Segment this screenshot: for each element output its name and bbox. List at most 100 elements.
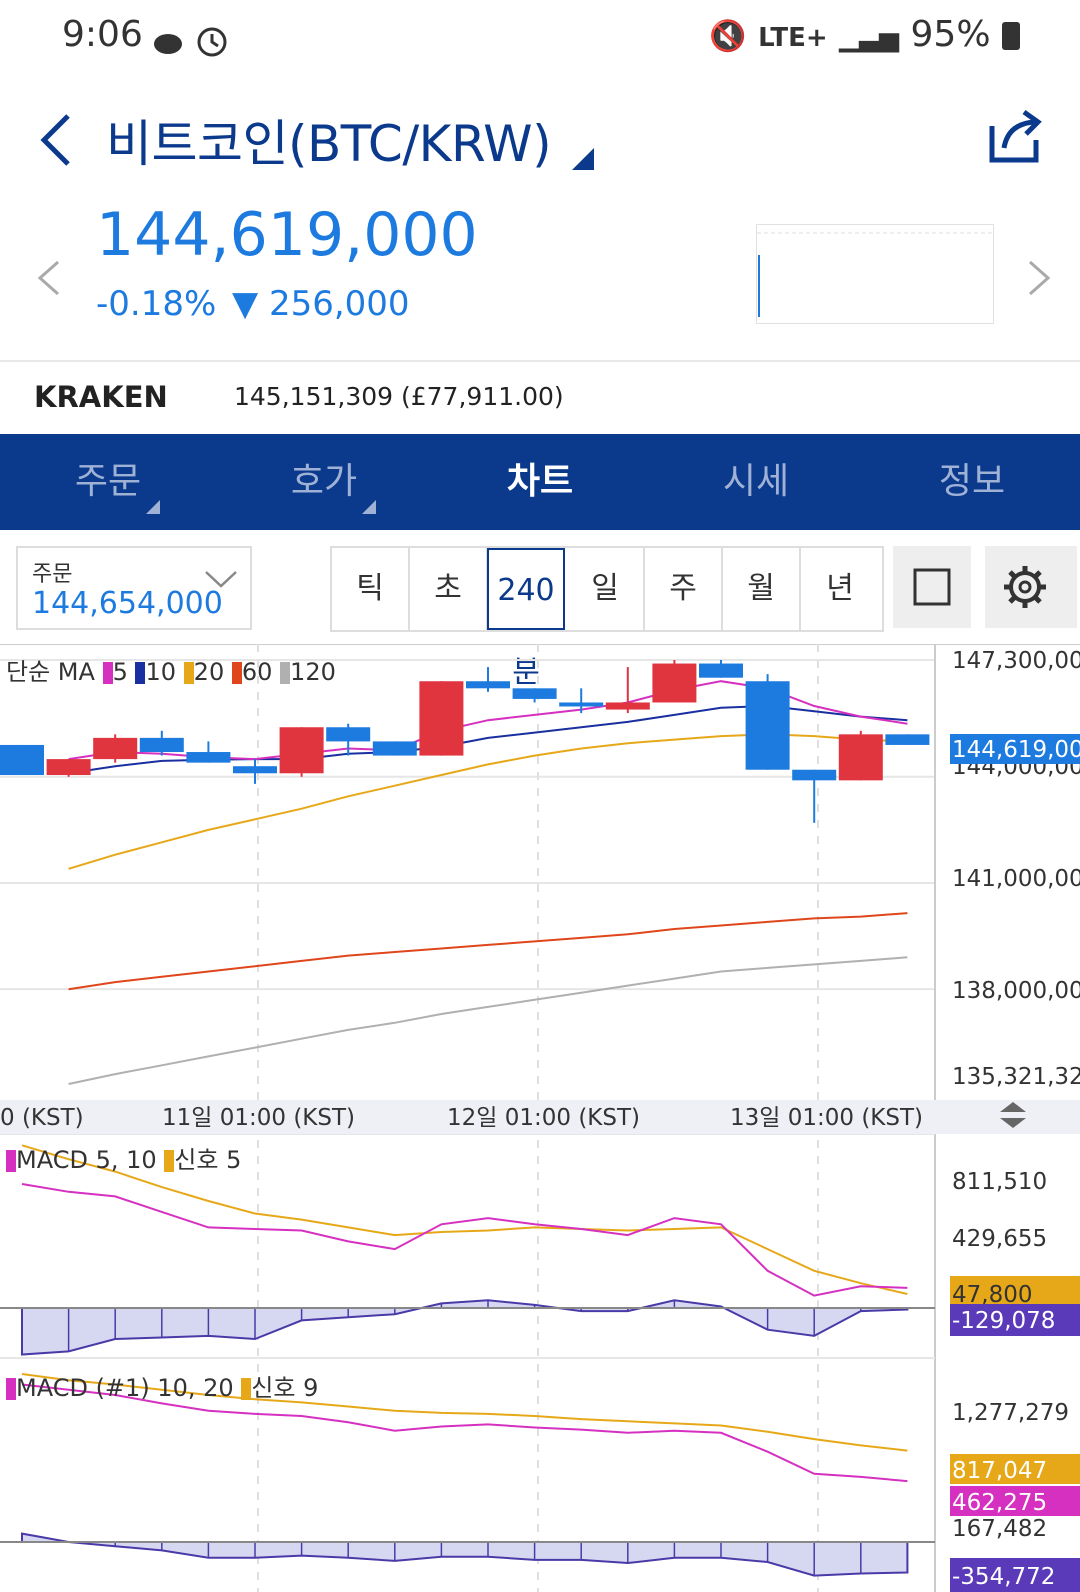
tab-order[interactable]: 주문 — [0, 434, 216, 530]
chart-settings-button[interactable] — [985, 546, 1077, 628]
gear-icon — [1004, 566, 1046, 608]
candle-body — [372, 741, 417, 756]
chevron-right-icon — [1029, 260, 1051, 296]
tab-market[interactable]: 시세 — [648, 434, 864, 530]
candle-body — [139, 737, 184, 753]
macd1-y-label: 429,655 — [952, 1226, 1047, 1252]
order-select-label: 주문 — [32, 562, 73, 587]
title-dropdown-icon[interactable] — [572, 148, 594, 170]
candle-body — [699, 663, 743, 678]
chevron-left-icon — [37, 260, 59, 296]
ma60-swatch — [231, 662, 242, 684]
candle-body — [326, 727, 371, 742]
tab-chart[interactable]: 차트 — [432, 434, 648, 530]
macd2-macd-tag-text: 462,275 — [952, 1490, 1047, 1516]
candle-body — [46, 759, 91, 776]
change-amount: ▼ 256,000 — [232, 284, 410, 324]
current-price: 144,619,000 — [96, 200, 478, 270]
candle-body — [885, 734, 930, 745]
candle-body — [745, 681, 790, 770]
ma10-swatch — [135, 662, 146, 684]
order-select[interactable]: 주문 144,654,000 — [16, 546, 252, 630]
interval-second[interactable]: 초 — [410, 548, 488, 630]
ma20-label: 20 — [193, 658, 225, 686]
interval-240min[interactable]: 240분 — [487, 548, 565, 690]
candle-body — [0, 744, 44, 776]
macd2-label: MACD (#1) 10, 20 — [16, 1374, 234, 1402]
interval-tick[interactable]: 틱 — [332, 548, 410, 630]
interval-week[interactable]: 주 — [645, 548, 723, 630]
candle-body — [559, 702, 604, 707]
next-coin-button[interactable] — [1024, 258, 1054, 302]
back-button[interactable] — [36, 110, 76, 174]
x-label: 0 (KST) — [0, 1105, 84, 1131]
candle-body — [466, 681, 510, 689]
battery-icon — [1002, 22, 1020, 50]
ma10-label: 10 — [145, 658, 177, 686]
tab-orderbook-dropdown-icon — [362, 500, 376, 514]
x-label: 13일 01:00 (KST) — [730, 1105, 923, 1131]
ma120-swatch — [280, 662, 291, 684]
interval-month[interactable]: 월 — [723, 548, 801, 630]
ma-legend: 단순 MA 5 10 20 60 120 — [6, 652, 336, 687]
macd2-swatch — [6, 1378, 16, 1400]
current-price-tag-text: 144,619,000 — [952, 737, 1080, 763]
y-label: 135,321,325 — [952, 1064, 1080, 1090]
tab-order-dropdown-icon — [146, 500, 160, 514]
mute-icon: 🔇 — [709, 19, 747, 54]
interval-year[interactable]: 년 — [801, 548, 879, 630]
candle-body — [419, 681, 464, 756]
candle-body — [93, 737, 138, 760]
coin-title[interactable]: 비트코인(BTC/KRW) — [106, 104, 552, 176]
ma20-swatch — [183, 662, 194, 684]
ma5-label: 5 — [112, 658, 128, 686]
signal-icon: ▁▃▅ — [839, 23, 900, 53]
macd2-y-label: 1,277,279 — [952, 1400, 1069, 1426]
exchange-price: 145,151,309 (£77,911.00) — [234, 382, 564, 411]
candle-body — [652, 663, 697, 703]
chevron-down-icon — [204, 568, 238, 596]
macd-histogram — [21, 1532, 909, 1577]
y-label: 141,000,000 — [952, 866, 1080, 892]
order-select-value: 144,654,000 — [32, 586, 223, 621]
tab-bar: 주문 호가 차트 시세 정보 — [0, 434, 1080, 530]
exchange-name: KRAKEN — [34, 380, 168, 414]
square-icon — [913, 568, 951, 606]
candle-body — [838, 734, 883, 781]
signal1-swatch — [164, 1150, 175, 1172]
ma60-label: 60 — [241, 658, 273, 686]
interval-selector: 틱 초 240분 일 주 월 년 — [330, 546, 884, 690]
y-label: 147,300,000 — [952, 648, 1080, 674]
tab-info[interactable]: 정보 — [864, 434, 1080, 530]
status-time: 9:06 — [62, 14, 143, 55]
prev-coin-button[interactable] — [34, 258, 64, 302]
candle-body — [512, 688, 557, 699]
network-type: LTE+ — [758, 23, 828, 53]
candle-body — [233, 766, 277, 774]
x-label: 11일 01:00 (KST) — [162, 1105, 355, 1131]
status-icons — [150, 20, 240, 64]
macd1-legend: MACD 5, 10 신호 5 — [6, 1140, 241, 1175]
share-icon — [989, 109, 1042, 163]
macd2-legend: MACD (#1) 10, 20 신호 9 — [6, 1368, 318, 1403]
candle-body — [279, 727, 324, 774]
candle-body — [186, 752, 231, 763]
tab-orderbook[interactable]: 호가 — [216, 434, 432, 530]
macd1-hist-tag-text: -129,078 — [952, 1308, 1055, 1334]
battery-percent: 95% — [910, 14, 991, 55]
share-button[interactable] — [986, 108, 1046, 172]
ma-legend-title: 단순 MA — [6, 658, 95, 686]
macd1-y-label: 811,510 — [952, 1169, 1047, 1195]
mini-chart — [756, 224, 994, 324]
macd2-hist-tag-text: -354,772 — [952, 1564, 1055, 1590]
layout-toggle-button[interactable] — [893, 546, 971, 628]
candle-body — [605, 702, 650, 710]
chart-area[interactable]: 147,300,000 144,000,000 141,000,000 138,… — [0, 644, 1080, 1592]
signal1-label: 신호 5 — [174, 1146, 242, 1174]
signal2-swatch — [241, 1378, 252, 1400]
divider — [0, 360, 1080, 362]
macd1-swatch — [6, 1150, 16, 1172]
ma5-swatch — [102, 662, 113, 684]
macd-line — [21, 1183, 908, 1297]
interval-day[interactable]: 일 — [567, 548, 645, 630]
